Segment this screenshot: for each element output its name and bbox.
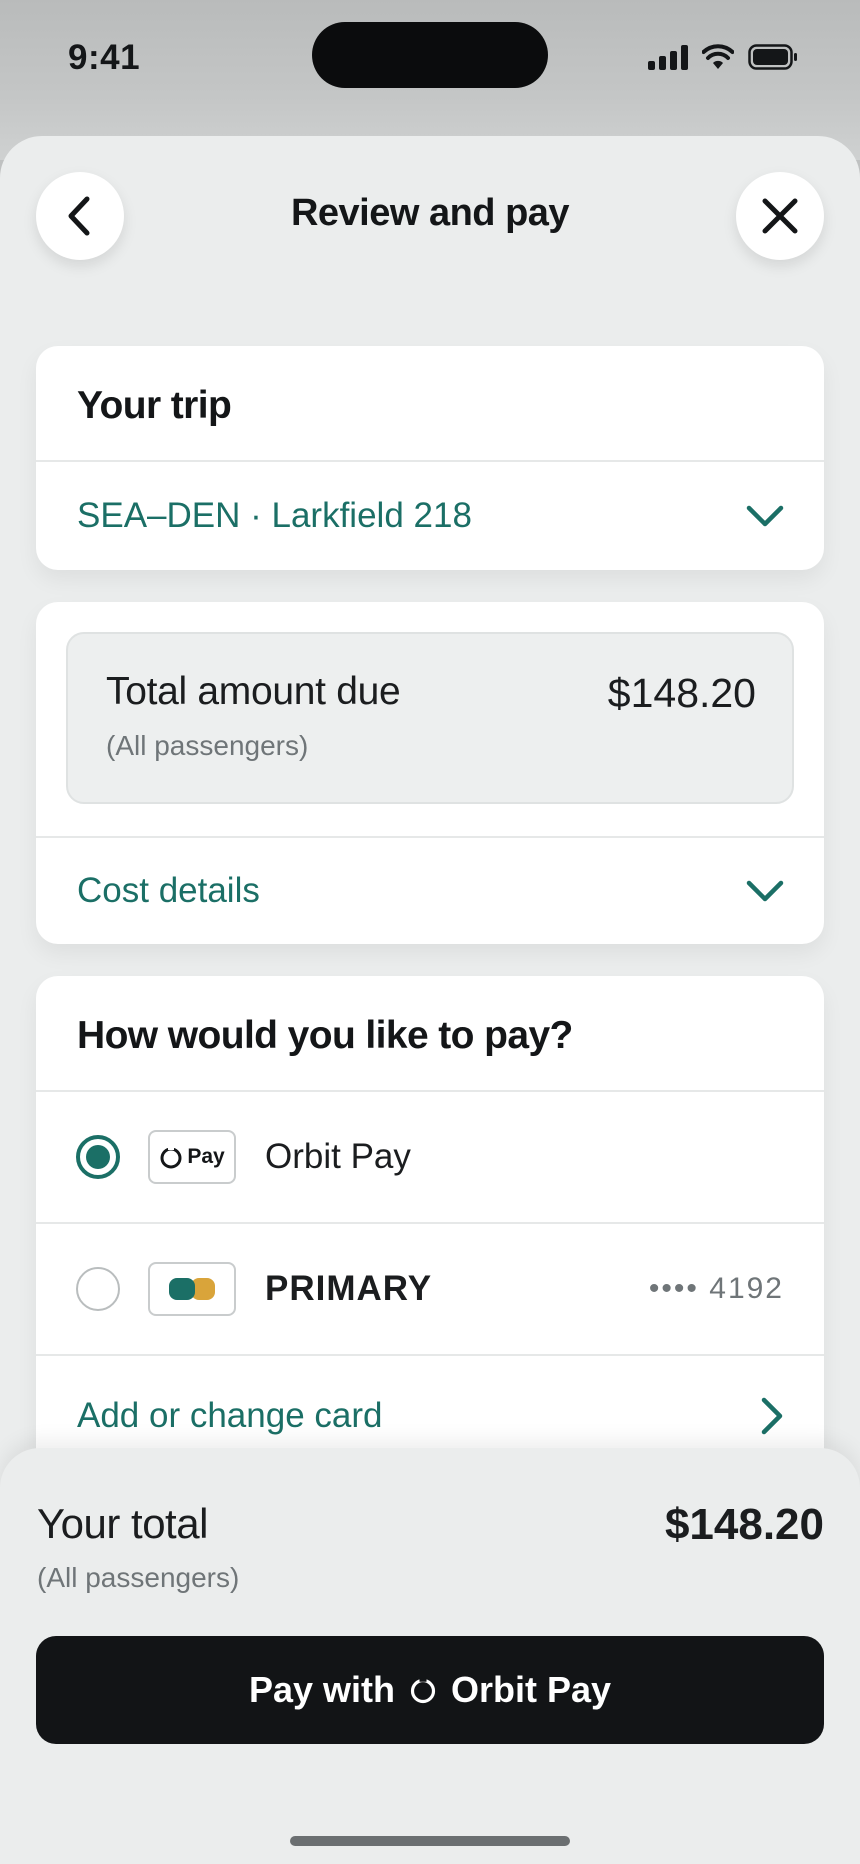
payment-card-header: How would you like to pay?: [36, 976, 824, 1090]
dynamic-island: [312, 22, 548, 88]
wifi-icon: [702, 44, 734, 69]
trip-title: Your trip: [77, 384, 232, 427]
close-icon: [762, 198, 798, 234]
payment-option-name: PRIMARY: [265, 1269, 433, 1308]
amount-summary-box: Total amount due (All passengers) $148.2…: [66, 632, 794, 804]
amount-sublabel: (All passengers): [106, 730, 309, 761]
card-logo-icon: [148, 1262, 236, 1316]
payment-card: How would you like to pay? Pay Orbit Pay…: [36, 976, 824, 1476]
masked-card-number: •••• 4192: [648, 1272, 784, 1305]
add-change-card-label: Add or change card: [77, 1396, 383, 1435]
close-button[interactable]: [736, 172, 824, 260]
amount-label: Total amount due: [106, 670, 401, 713]
pay-button-prefix: Pay with: [248, 1669, 395, 1710]
trip-route-label: SEA–DEN · Larkfield 218: [77, 496, 472, 535]
chevron-down-icon: [746, 505, 784, 527]
amount-card: Total amount due (All passengers) $148.2…: [36, 602, 824, 944]
checkout-footer: Your total (All passengers) $148.20 Pay …: [0, 1448, 860, 1864]
radio-selected[interactable]: [76, 1135, 120, 1179]
pay-button-brand: Orbit Pay: [450, 1669, 612, 1710]
orbit-pay-logo-icon: Pay: [148, 1130, 236, 1184]
payment-title: How would you like to pay?: [77, 1014, 573, 1057]
card-brand-icon: [169, 1278, 215, 1300]
orbit-pay-logo-text: Pay: [187, 1145, 225, 1168]
orbit-pay-icon: [410, 1677, 436, 1704]
signal-icon: [648, 44, 688, 70]
trip-card-header: Your trip: [36, 346, 824, 460]
status-bar: 9:41: [0, 0, 860, 120]
total-value: $148.20: [664, 1500, 824, 1549]
orbit-ring-icon: [160, 1146, 182, 1169]
page-title: Review and pay: [290, 192, 570, 234]
chevron-down-icon: [746, 880, 784, 902]
payment-option-name: Orbit Pay: [265, 1137, 411, 1176]
chevron-right-icon: [761, 1397, 783, 1435]
total-sublabel: (All passengers): [37, 1562, 240, 1593]
payment-option-orbit-pay[interactable]: Pay Orbit Pay: [36, 1092, 824, 1222]
radio-unselected[interactable]: [76, 1267, 120, 1311]
amount-value: $148.20: [607, 670, 756, 716]
battery-icon: [748, 44, 797, 70]
trip-card: Your trip SEA–DEN · Larkfield 218: [36, 346, 824, 570]
cost-details-toggle[interactable]: Cost details: [36, 838, 824, 944]
cost-details-label: Cost details: [77, 871, 260, 910]
home-indicator: [290, 1836, 570, 1846]
status-icons: [648, 44, 798, 70]
pay-button[interactable]: Pay with Orbit Pay: [36, 1636, 824, 1744]
payment-option-primary-card[interactable]: PRIMARY •••• 4192: [36, 1224, 824, 1354]
trip-route-toggle[interactable]: SEA–DEN · Larkfield 218: [36, 462, 824, 570]
status-time: 9:41: [68, 38, 141, 77]
total-label: Your total: [37, 1500, 208, 1547]
